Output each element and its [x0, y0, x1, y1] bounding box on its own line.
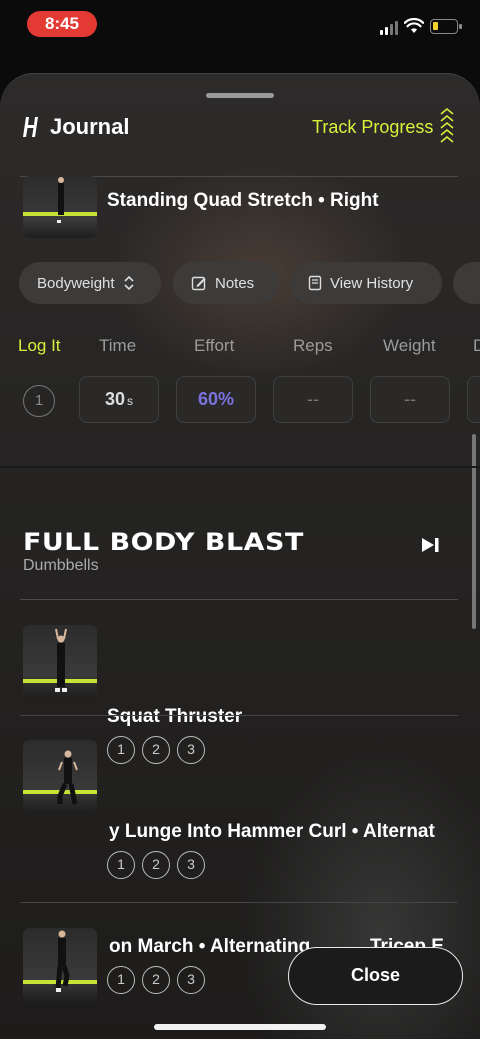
- exercise-title: on March • Alternating: [109, 936, 311, 957]
- set-button[interactable]: 2: [142, 736, 170, 764]
- exercise-thumbnail: [23, 928, 97, 1002]
- set-button[interactable]: 1: [107, 851, 135, 879]
- track-progress-link[interactable]: Track Progress: [312, 117, 433, 138]
- sheet-grabber[interactable]: [206, 93, 274, 98]
- column-log-it: Log It: [18, 336, 61, 355]
- set-button[interactable]: 3: [177, 851, 205, 879]
- section-title: FULL BODY BLAST: [23, 528, 304, 556]
- skip-forward-icon[interactable]: [420, 536, 442, 554]
- close-button[interactable]: Close: [288, 947, 463, 1005]
- equipment-label: Bodyweight: [37, 274, 115, 292]
- current-exercise-title: Standing Quad Stretch • Right: [107, 190, 379, 211]
- set-button[interactable]: 2: [142, 966, 170, 994]
- equipment-selector[interactable]: Bodyweight: [19, 262, 161, 304]
- column-extra: D: [473, 336, 480, 356]
- exercise-thumbnail: [23, 625, 97, 697]
- time-unit: s: [127, 394, 134, 408]
- journal-sheet: Journal Track Progress Standing Quad Str…: [0, 73, 480, 1039]
- row-divider: [20, 715, 458, 716]
- signal-icon: [380, 21, 400, 35]
- book-icon: [308, 275, 322, 291]
- extra-field[interactable]: [467, 376, 480, 423]
- page-title: Journal: [50, 114, 130, 139]
- section-header-divider: [20, 599, 458, 600]
- set-buttons: 1 2 3: [107, 736, 205, 764]
- battery-icon: [430, 19, 462, 34]
- weight-field[interactable]: --: [370, 376, 450, 423]
- row-divider: [20, 902, 458, 903]
- set-button[interactable]: 2: [142, 851, 170, 879]
- view-history-label: View History: [330, 274, 414, 292]
- set-button[interactable]: 3: [177, 736, 205, 764]
- wifi-icon: [404, 18, 424, 33]
- notes-label: Notes: [215, 274, 255, 292]
- reps-field[interactable]: --: [273, 376, 353, 423]
- set-number-button[interactable]: 1: [23, 385, 55, 417]
- exercise-title: Squat Thruster: [107, 706, 243, 727]
- column-reps: Reps: [293, 336, 333, 355]
- chevrons-up-icon[interactable]: [438, 106, 456, 146]
- exercise-thumbnail: [23, 740, 97, 812]
- set-buttons: 1 2 3: [107, 966, 205, 994]
- column-weight: Weight: [383, 336, 436, 355]
- set-buttons: 1 2 3: [107, 851, 205, 879]
- status-bar: 8:45: [0, 0, 480, 60]
- exercise-title: y Lunge Into Hammer Curl • Alternat: [109, 821, 435, 842]
- effort-field[interactable]: 60%: [176, 376, 256, 423]
- section-subtitle: Dumbbells: [23, 557, 99, 574]
- time-value: 30: [104, 389, 126, 409]
- more-pill[interactable]: [453, 262, 480, 304]
- column-effort: Effort: [194, 336, 235, 355]
- exercise-thumbnail: [23, 176, 97, 238]
- home-indicator[interactable]: [154, 1024, 326, 1030]
- view-history-button[interactable]: View History: [290, 262, 442, 304]
- status-time: 8:45: [27, 11, 97, 37]
- sort-icon: [123, 275, 134, 291]
- set-button[interactable]: 1: [107, 736, 135, 764]
- brand-logo-icon: [23, 117, 38, 137]
- edit-icon: [191, 276, 206, 291]
- notes-button[interactable]: Notes: [173, 262, 279, 304]
- section-divider: [0, 466, 480, 468]
- time-field[interactable]: 30 s: [79, 376, 159, 423]
- set-button[interactable]: 1: [107, 966, 135, 994]
- column-time: Time: [99, 336, 137, 355]
- set-button[interactable]: 3: [177, 966, 205, 994]
